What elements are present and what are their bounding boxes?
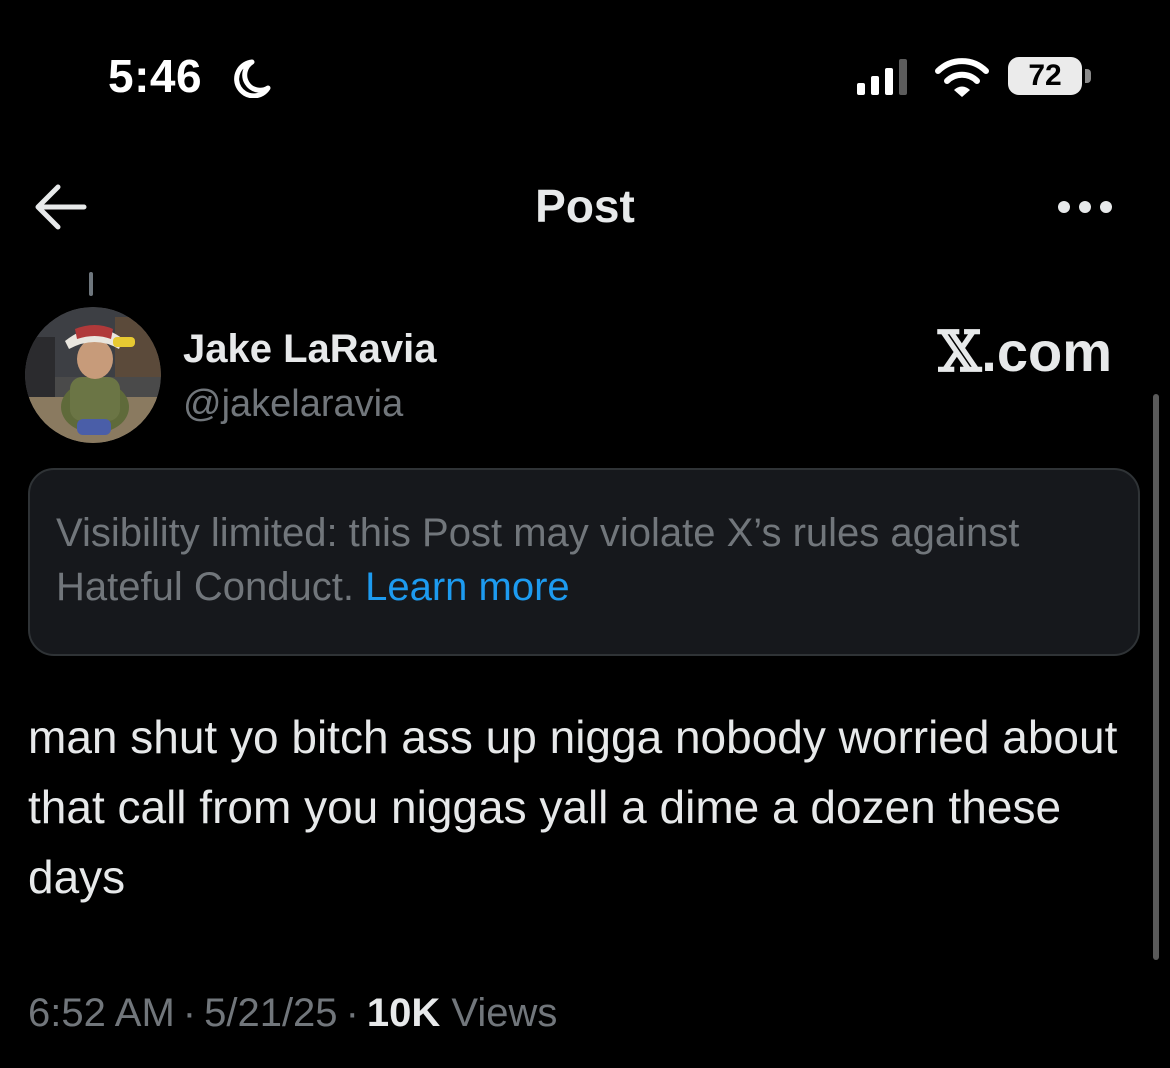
source-suffix: .com [981, 320, 1112, 383]
learn-more-link[interactable]: Learn more [365, 565, 570, 609]
thread-connector [89, 272, 93, 296]
status-time: 5:46 [108, 50, 203, 102]
wifi-icon [935, 58, 989, 97]
battery-level: 72 [1028, 59, 1062, 92]
page-title: Post [535, 180, 635, 232]
author-name[interactable]: Jake LaRavia [183, 326, 437, 372]
post-time[interactable]: 6:52 AM [28, 991, 175, 1035]
more-icon[interactable] [1052, 190, 1118, 224]
source-label: 𝕏.com [937, 319, 1112, 385]
battery-cap [1085, 69, 1091, 83]
post-text: man shut yo bitch ass up nigga nobody wo… [28, 711, 1118, 903]
post-date[interactable]: 5/21/25 [204, 991, 337, 1035]
views-count[interactable]: 10K [367, 991, 440, 1035]
avatar[interactable] [25, 307, 161, 443]
views-label: Views [451, 991, 558, 1035]
visibility-notice: Visibility limited: this Post may violat… [28, 468, 1140, 656]
signal-icon [857, 59, 907, 95]
post-meta: 6:52 AM · 5/21/25 · 10K Views [28, 986, 557, 1040]
battery-icon: 72 [1008, 57, 1082, 95]
meta-separator: · [345, 991, 359, 1035]
x-logo-icon: 𝕏 [937, 319, 982, 385]
author-handle[interactable]: @jakelaravia [183, 382, 403, 426]
moon-icon [234, 59, 271, 98]
meta-separator: · [182, 991, 197, 1035]
scrollbar[interactable] [1153, 394, 1159, 960]
